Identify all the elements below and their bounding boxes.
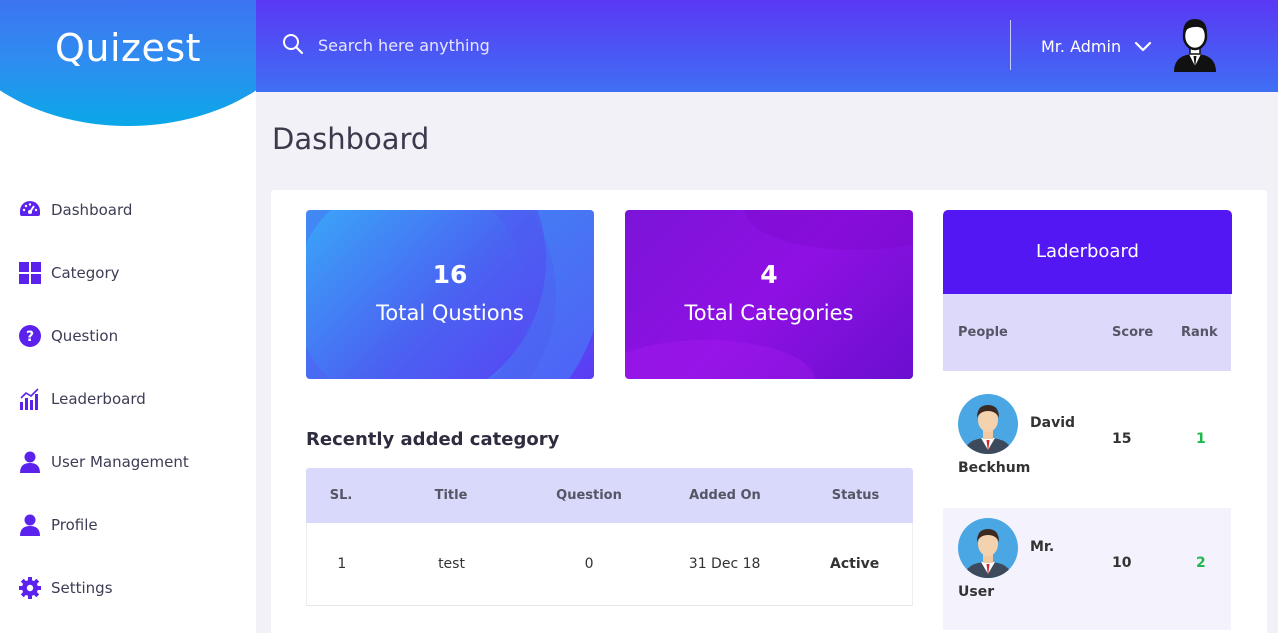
leaderboard-first-name: Mr. <box>1030 539 1055 555</box>
search-input[interactable] <box>318 30 718 60</box>
leaderboard-score: 10 <box>1112 555 1132 571</box>
column-header: People <box>958 325 1008 340</box>
sidebar-item-label: Settings <box>51 578 113 597</box>
leaderboard-title: Laderboard <box>943 210 1232 294</box>
sidebar-item-label: Category <box>51 263 120 282</box>
chevron-down-icon[interactable] <box>1134 38 1152 52</box>
card-decoration <box>306 210 556 379</box>
sidebar-item-label: Profile <box>51 515 98 534</box>
search-icon[interactable] <box>282 33 306 57</box>
svg-text:?: ? <box>26 329 34 345</box>
table-row[interactable]: 1 test 0 31 Dec 18 Active <box>306 523 913 606</box>
leaderboard-rank: 2 <box>1196 555 1206 571</box>
stat-label: Total Categories <box>684 301 854 325</box>
sidebar-item-leaderboard[interactable]: Leaderboard <box>0 367 256 430</box>
sidebar-item-label: Leaderboard <box>51 389 146 408</box>
stat-value: 16 <box>432 260 468 289</box>
status-badge: Active <box>830 556 880 572</box>
avatar[interactable] <box>1170 16 1220 72</box>
leaderboard-first-name: David <box>1030 415 1076 431</box>
sidebar-item-user-management[interactable]: User Management <box>0 430 256 493</box>
user-name[interactable]: Mr. Admin <box>1041 37 1121 56</box>
leaderboard-row[interactable]: David Beckhum 15 1 <box>943 384 1231 506</box>
column-header[interactable]: Question <box>526 488 652 503</box>
question-icon: ? <box>18 324 42 348</box>
table-header: SL. Title Question Added On Status <box>306 468 913 523</box>
sidebar-nav: Dashboard Category ? Question Leaderboar… <box>0 178 256 619</box>
avatar <box>958 394 1018 454</box>
header-divider <box>1010 20 1011 70</box>
top-header: Mr. Admin <box>256 0 1278 92</box>
cell-question: 0 <box>584 556 594 572</box>
leaderboard-last-name: Beckhum <box>958 460 1031 476</box>
gear-icon <box>18 576 42 600</box>
leaderboard-row[interactable]: Mr. User 10 2 <box>943 508 1231 630</box>
sidebar-item-dashboard[interactable]: Dashboard <box>0 178 256 241</box>
column-header[interactable]: Status <box>798 488 913 503</box>
leaderboard-score: 15 <box>1112 431 1132 447</box>
gauge-icon <box>18 198 42 222</box>
card-decoration <box>625 340 815 379</box>
sidebar: Quizest Dashboard Category ? Question Le… <box>0 0 256 633</box>
cell-added-on: 31 Dec 18 <box>688 556 761 572</box>
page-title: Dashboard <box>272 122 430 156</box>
avatar <box>958 518 1018 578</box>
grid-icon <box>18 261 42 285</box>
section-title: Recently added category <box>306 429 560 450</box>
recent-category-table: SL. Title Question Added On Status 1 tes… <box>306 468 913 606</box>
leaderboard-last-name: User <box>958 584 995 600</box>
column-header: Score <box>1112 325 1154 340</box>
cell-sl: 1 <box>337 556 347 572</box>
sidebar-item-settings[interactable]: Settings <box>0 556 256 619</box>
stat-card-questions[interactable]: 16 Total Qustions <box>306 210 594 379</box>
bar-chart-icon <box>18 387 42 411</box>
card-decoration <box>745 210 913 250</box>
stat-value: 4 <box>760 260 778 289</box>
sidebar-item-label: Question <box>51 326 119 345</box>
brand-logo[interactable]: Quizest <box>0 26 256 70</box>
column-header[interactable]: Added On <box>652 488 798 503</box>
sidebar-item-label: User Management <box>51 452 189 471</box>
leaderboard-header: People Score Rank <box>943 294 1231 371</box>
sidebar-item-question[interactable]: ? Question <box>0 304 256 367</box>
sidebar-item-category[interactable]: Category <box>0 241 256 304</box>
column-header[interactable]: SL. <box>306 488 376 503</box>
leaderboard-rank: 1 <box>1196 431 1206 447</box>
column-header: Rank <box>1181 325 1218 340</box>
user-icon <box>18 513 42 537</box>
stat-card-categories[interactable]: 4 Total Categories <box>625 210 913 379</box>
user-icon <box>18 450 42 474</box>
column-header[interactable]: Title <box>376 488 526 503</box>
sidebar-item-profile[interactable]: Profile <box>0 493 256 556</box>
stat-label: Total Qustions <box>376 301 524 325</box>
sidebar-item-label: Dashboard <box>51 200 133 219</box>
cell-title: test <box>438 556 465 572</box>
